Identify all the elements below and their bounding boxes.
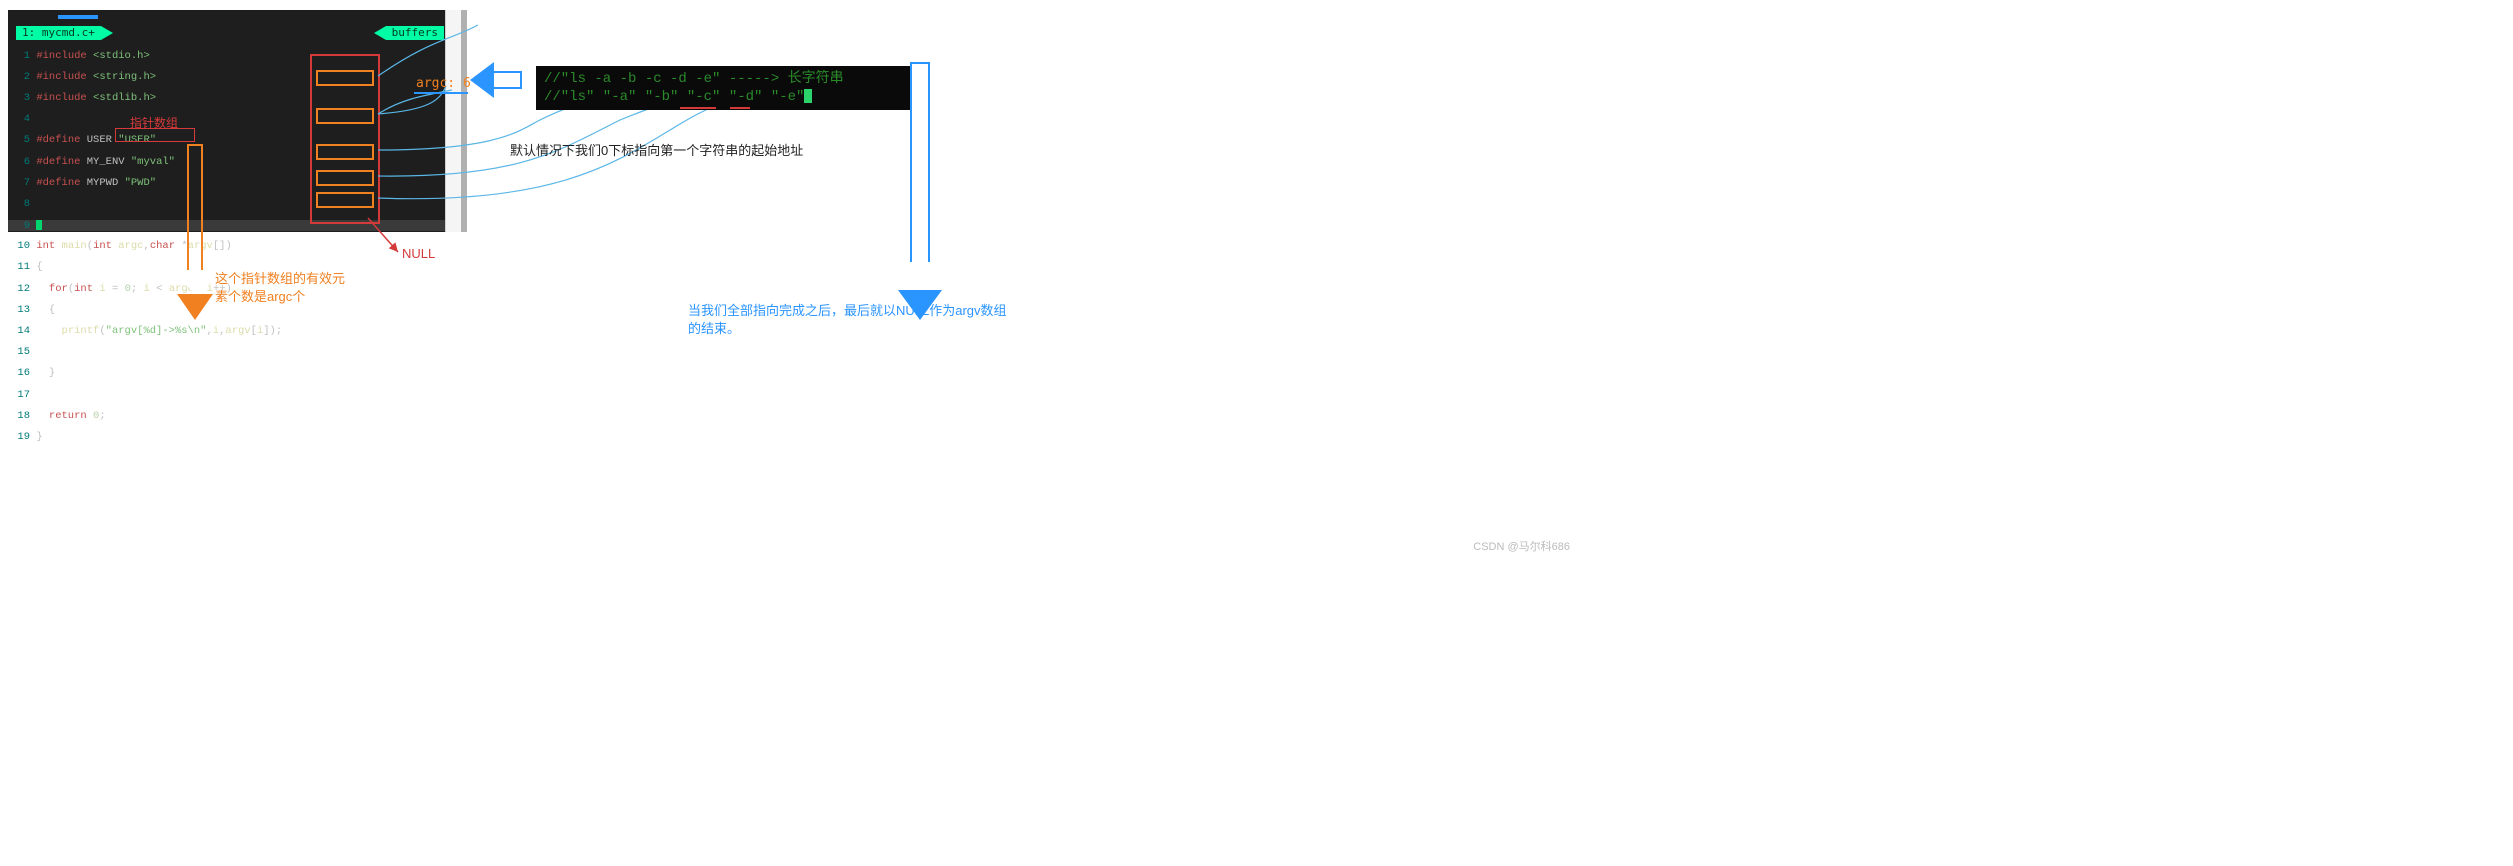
null-label: NULL bbox=[402, 246, 435, 261]
editor-window: 1: mycmd.c+ buffers 1 #include <stdio.h>… bbox=[8, 10, 460, 232]
diagram-canvas: 1: mycmd.c+ buffers 1 #include <stdio.h>… bbox=[0, 0, 1600, 560]
watermark: CSDN @马尔科686 bbox=[1473, 538, 1570, 554]
red-underline-1 bbox=[680, 107, 716, 109]
editor-scrollbar-inner bbox=[461, 10, 467, 232]
pointer-array-label: 指针数组 bbox=[130, 114, 178, 131]
argc-display: argc: 6 bbox=[416, 76, 471, 91]
red-underline-2 bbox=[730, 107, 750, 109]
command-sample-box: //"ls -a -b -c -d -e" -----> 长字符串 //"ls"… bbox=[536, 66, 912, 110]
orange-note-line2: 素个数是argc个 bbox=[215, 288, 345, 306]
argv-cell-3 bbox=[316, 170, 374, 186]
blue-note-line2: 的结束。 bbox=[688, 320, 1007, 338]
argc-underline bbox=[414, 92, 468, 94]
argc-label: argc: bbox=[416, 76, 455, 91]
blue-note: 当我们全部指向完成之后，最后就以NULL作为argv数组 的结束。 bbox=[688, 302, 1007, 338]
cmd-line-2: //"ls" "-a" "-b" "-c" "-d" "-e" bbox=[544, 89, 804, 105]
argv-cell-4 bbox=[316, 192, 374, 208]
terminal-cursor bbox=[804, 89, 812, 103]
cmd-line-1: //"ls -a -b -c -d -e" -----> 长字符串 bbox=[544, 70, 904, 88]
editor-accent bbox=[58, 15, 98, 19]
argv-cell-1 bbox=[316, 108, 374, 124]
black-note: 默认情况下我们0下标指向第一个字符串的起始地址 bbox=[510, 140, 803, 159]
editor-tab-buffers[interactable]: buffers bbox=[386, 26, 444, 40]
argv-cell-0 bbox=[316, 70, 374, 86]
blue-note-line1: 当我们全部指向完成之后，最后就以NULL作为argv数组 bbox=[688, 302, 1007, 320]
orange-note-line1: 这个指针数组的有效元 bbox=[215, 270, 345, 288]
orange-note: 这个指针数组的有效元 素个数是argc个 bbox=[215, 270, 345, 306]
argv-cell-2 bbox=[316, 144, 374, 160]
editor-tab-filename[interactable]: 1: mycmd.c+ bbox=[16, 26, 101, 40]
code-area[interactable]: 1 #include <stdio.h> 2 #include <string.… bbox=[8, 40, 460, 464]
